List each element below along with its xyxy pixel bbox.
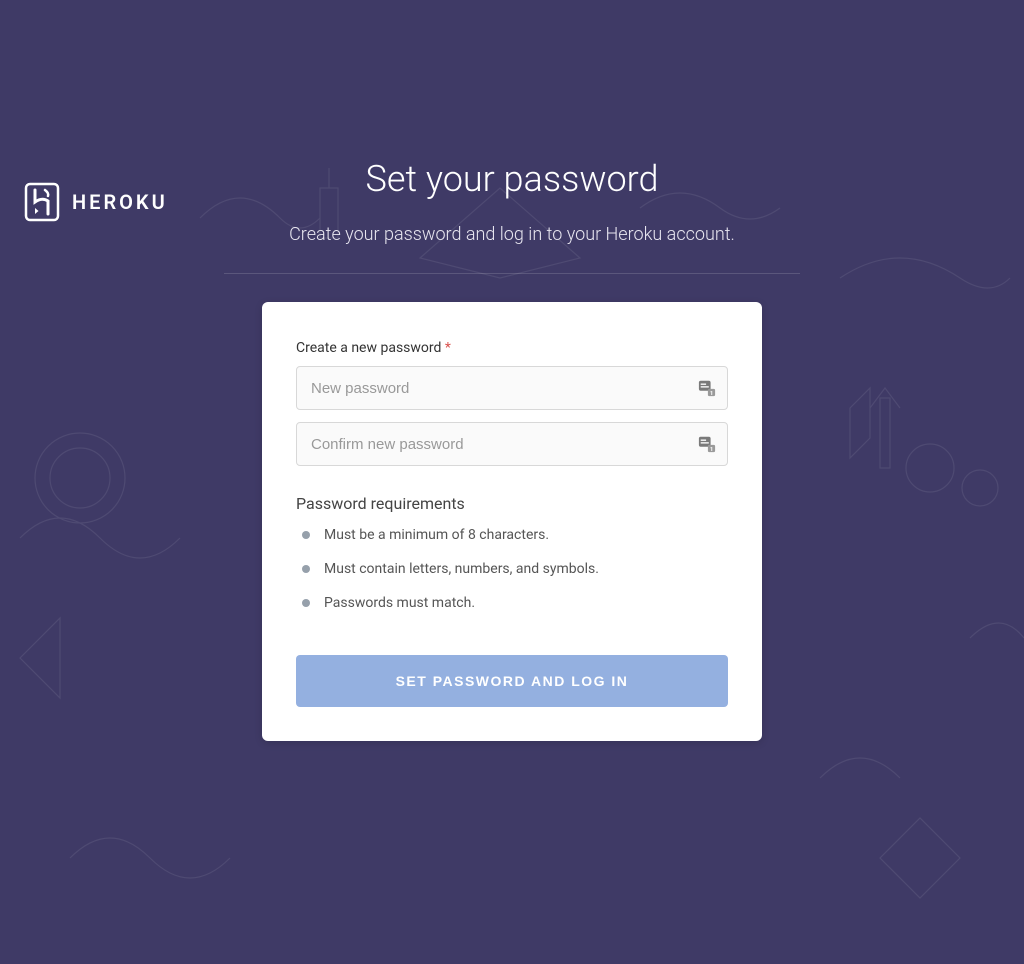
requirement-item: Must contain letters, numbers, and symbo… [296,561,728,577]
password-card: Create a new password * 1 1 Password req… [262,302,762,741]
heroku-logo-text: HEROKU [72,190,168,214]
requirement-text: Passwords must match. [324,595,475,611]
confirm-password-input[interactable] [296,422,728,466]
password-label: Create a new password * [296,340,728,356]
password-label-text: Create a new password [296,340,441,356]
heroku-logo[interactable]: HEROKU [24,182,168,222]
required-mark: * [445,340,451,356]
requirement-item: Passwords must match. [296,595,728,611]
bullet-icon [302,531,310,539]
requirement-text: Must be a minimum of 8 characters. [324,527,549,543]
header-divider [224,273,800,274]
requirements-title: Password requirements [296,494,728,513]
page-subtitle: Create your password and log in to your … [0,224,1024,245]
heroku-logo-icon [24,182,60,222]
bullet-icon [302,599,310,607]
requirements-list: Must be a minimum of 8 characters. Must … [296,527,728,611]
new-password-input[interactable] [296,366,728,410]
set-password-button[interactable]: SET PASSWORD AND LOG IN [296,655,728,707]
confirm-password-wrapper: 1 [296,422,728,466]
requirement-item: Must be a minimum of 8 characters. [296,527,728,543]
requirement-text: Must contain letters, numbers, and symbo… [324,561,599,577]
new-password-wrapper: 1 [296,366,728,410]
bullet-icon [302,565,310,573]
